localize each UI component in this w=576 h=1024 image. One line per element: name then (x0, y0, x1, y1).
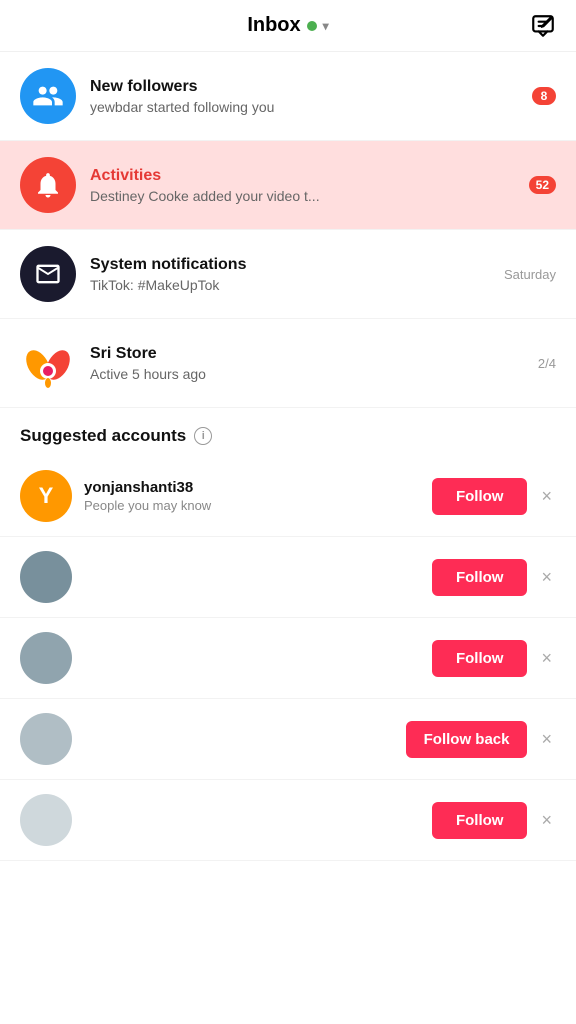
new-followers-badge: 8 (532, 87, 556, 105)
follow-button-2[interactable]: Follow (432, 640, 528, 677)
suggested-name-0: yonjanshanti38 (84, 479, 422, 496)
activities-avatar (20, 157, 76, 213)
suggested-avatar-4 (20, 794, 72, 846)
suggested-desc-0: People you may know (84, 498, 422, 513)
suggested-info-1 (84, 576, 422, 578)
activities-subtitle: Destiney Cooke added your video t... (90, 188, 519, 204)
suggested-avatar-0: Y (20, 470, 72, 522)
sri-store-time: 2/4 (538, 356, 556, 371)
header: Inbox ▾ (0, 0, 576, 52)
suggested-info-2 (84, 657, 422, 659)
suggested-actions-3: Follow back × (406, 721, 556, 758)
suggested-item-4: Follow × (0, 780, 576, 861)
dismiss-button-2[interactable]: × (537, 644, 556, 673)
suggested-actions-2: Follow × (432, 640, 556, 677)
system-subtitle: TikTok: #MakeUpTok (90, 277, 494, 293)
suggested-item-2: Follow × (0, 618, 576, 699)
sri-store-content: Sri Store Active 5 hours ago (90, 345, 528, 382)
new-followers-content: New followers yewbdar started following … (90, 78, 522, 115)
new-followers-title: New followers (90, 78, 522, 96)
suggested-avatar-1 (20, 551, 72, 603)
follow-button-0[interactable]: Follow (432, 478, 528, 515)
suggested-item-3: Follow back × (0, 699, 576, 780)
sri-store-subtitle: Active 5 hours ago (90, 366, 528, 382)
suggested-actions-0: Follow × (432, 478, 556, 515)
activities-title: Activities (90, 167, 519, 185)
sri-store-avatar (20, 335, 76, 391)
chevron-down-icon[interactable]: ▾ (323, 19, 329, 33)
follow-button-1[interactable]: Follow (432, 559, 528, 596)
inbox-item-new-followers[interactable]: New followers yewbdar started following … (0, 52, 576, 141)
dismiss-button-4[interactable]: × (537, 806, 556, 835)
system-time: Saturday (504, 267, 556, 282)
activities-meta: 52 (529, 176, 556, 194)
suggested-accounts-header: Suggested accounts i (0, 408, 576, 456)
inbox-list: New followers yewbdar started following … (0, 52, 576, 408)
suggested-item-0: Y yonjanshanti38 People you may know Fol… (0, 456, 576, 537)
system-content: System notifications TikTok: #MakeUpTok (90, 256, 494, 293)
suggested-label: Suggested accounts (20, 426, 186, 446)
suggested-avatar-2 (20, 632, 72, 684)
new-followers-subtitle: yewbdar started following you (90, 99, 522, 115)
system-title: System notifications (90, 256, 494, 274)
inbox-item-sri-store[interactable]: Sri Store Active 5 hours ago 2/4 (0, 319, 576, 408)
status-dot (307, 21, 317, 31)
inbox-item-activities[interactable]: Activities Destiney Cooke added your vid… (0, 141, 576, 230)
sri-store-title: Sri Store (90, 345, 528, 363)
new-followers-meta: 8 (532, 87, 556, 105)
activities-content: Activities Destiney Cooke added your vid… (90, 167, 519, 204)
dismiss-button-0[interactable]: × (537, 482, 556, 511)
suggested-info-3 (84, 738, 396, 740)
suggested-avatar-3 (20, 713, 72, 765)
dismiss-button-1[interactable]: × (537, 563, 556, 592)
suggested-item-1: Follow × (0, 537, 576, 618)
suggested-actions-4: Follow × (432, 802, 556, 839)
follow-button-4[interactable]: Follow (432, 802, 528, 839)
system-meta: Saturday (504, 267, 556, 282)
header-title-group: Inbox ▾ (247, 14, 328, 37)
sri-store-meta: 2/4 (538, 356, 556, 371)
info-icon[interactable]: i (194, 427, 212, 445)
activities-badge: 52 (529, 176, 556, 194)
suggested-list: Y yonjanshanti38 People you may know Fol… (0, 456, 576, 861)
inbox-title: Inbox (247, 14, 300, 37)
system-avatar (20, 246, 76, 302)
suggested-info-4 (84, 819, 422, 821)
follow-back-button-3[interactable]: Follow back (406, 721, 528, 758)
compose-button[interactable] (530, 13, 556, 39)
inbox-item-system[interactable]: System notifications TikTok: #MakeUpTok … (0, 230, 576, 319)
suggested-info-0: yonjanshanti38 People you may know (84, 479, 422, 513)
new-followers-avatar (20, 68, 76, 124)
suggested-actions-1: Follow × (432, 559, 556, 596)
dismiss-button-3[interactable]: × (537, 725, 556, 754)
